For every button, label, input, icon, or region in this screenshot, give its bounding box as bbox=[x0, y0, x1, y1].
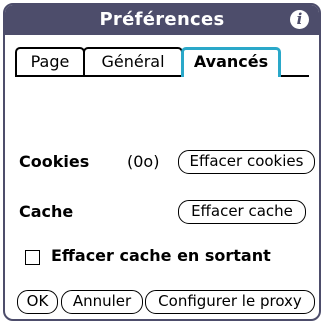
tab-strip: Page Général Avancés bbox=[15, 47, 309, 79]
dialog-title: Préférences bbox=[99, 9, 225, 30]
tab-advanced[interactable]: Avancés bbox=[181, 47, 281, 79]
clear-cache-button[interactable]: Effacer cache bbox=[178, 200, 306, 224]
cache-label: Cache bbox=[19, 202, 74, 221]
clear-cache-on-exit-label[interactable]: Effacer cache en sortant bbox=[51, 246, 271, 265]
preferences-dialog: Préférences i Page Général Avancés Cooki… bbox=[3, 3, 321, 321]
tab-page[interactable]: Page bbox=[15, 47, 85, 75]
configure-proxy-button[interactable]: Configurer le proxy bbox=[145, 290, 315, 314]
cookies-count: (0o) bbox=[127, 152, 160, 171]
clear-cache-on-exit-checkbox[interactable] bbox=[25, 250, 40, 265]
ok-button[interactable]: OK bbox=[17, 290, 58, 314]
tab-general[interactable]: Général bbox=[83, 47, 183, 75]
cookies-label: Cookies bbox=[19, 152, 90, 171]
info-icon[interactable]: i bbox=[290, 10, 309, 29]
title-bar: Préférences i bbox=[5, 5, 319, 35]
cancel-button[interactable]: Annuler bbox=[61, 290, 143, 314]
clear-cookies-button[interactable]: Effacer cookies bbox=[178, 150, 315, 174]
